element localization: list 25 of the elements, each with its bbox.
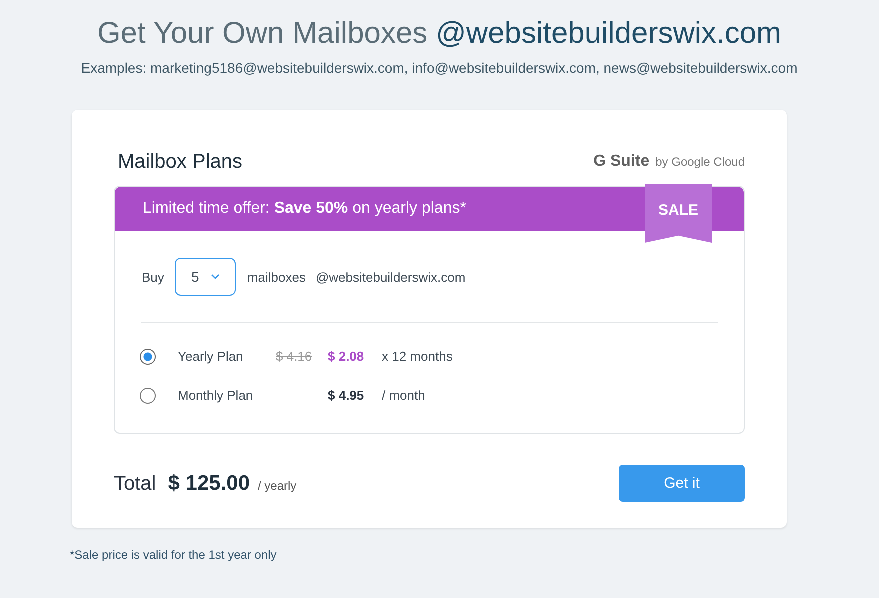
footnote-text: *Sale price is valid for the 1st year only <box>70 548 278 562</box>
plan-price: $ 2.08 <box>328 349 366 364</box>
unit-label: mailboxes <box>247 270 306 284</box>
plan-name: Monthly Plan <box>178 388 254 403</box>
total-period: / yearly <box>258 478 297 492</box>
card-title: Mailbox Plans <box>118 150 243 174</box>
radio-button[interactable] <box>140 348 156 364</box>
page-heading: Get Your Own Mailboxes @websitebuilderswix.com <box>96 16 783 52</box>
buy-label: Buy <box>142 270 164 284</box>
sale-ribbon: SALE <box>645 184 712 243</box>
domain-label: @websitebuilderswix.com <box>316 270 466 284</box>
plan-price: $ 4.95 <box>328 388 366 403</box>
plan-term: x 12 months <box>382 349 453 364</box>
plan-name: Yearly Plan <box>178 349 244 364</box>
quantity-dropdown[interactable]: 5 <box>175 258 236 296</box>
old-price: $ 4.16 <box>276 349 312 364</box>
radio-button[interactable] <box>140 388 156 404</box>
brand-subtitle: by Google Cloud <box>656 155 745 169</box>
brand-logo: G Suite <box>594 153 650 171</box>
total-label: Total <box>114 472 156 496</box>
plan-term: / month <box>382 388 426 403</box>
total-amount: $ 125.00 <box>168 472 250 496</box>
offer-text: Limited time offer: Save 50% on yearly plans* <box>143 200 466 218</box>
examples-text: Examples: marketing5186@websitebuilderswix.com, info@websitebuilderswix.com, news@websitebuilderswix.com <box>80 60 799 76</box>
chevron-icon <box>211 274 220 280</box>
